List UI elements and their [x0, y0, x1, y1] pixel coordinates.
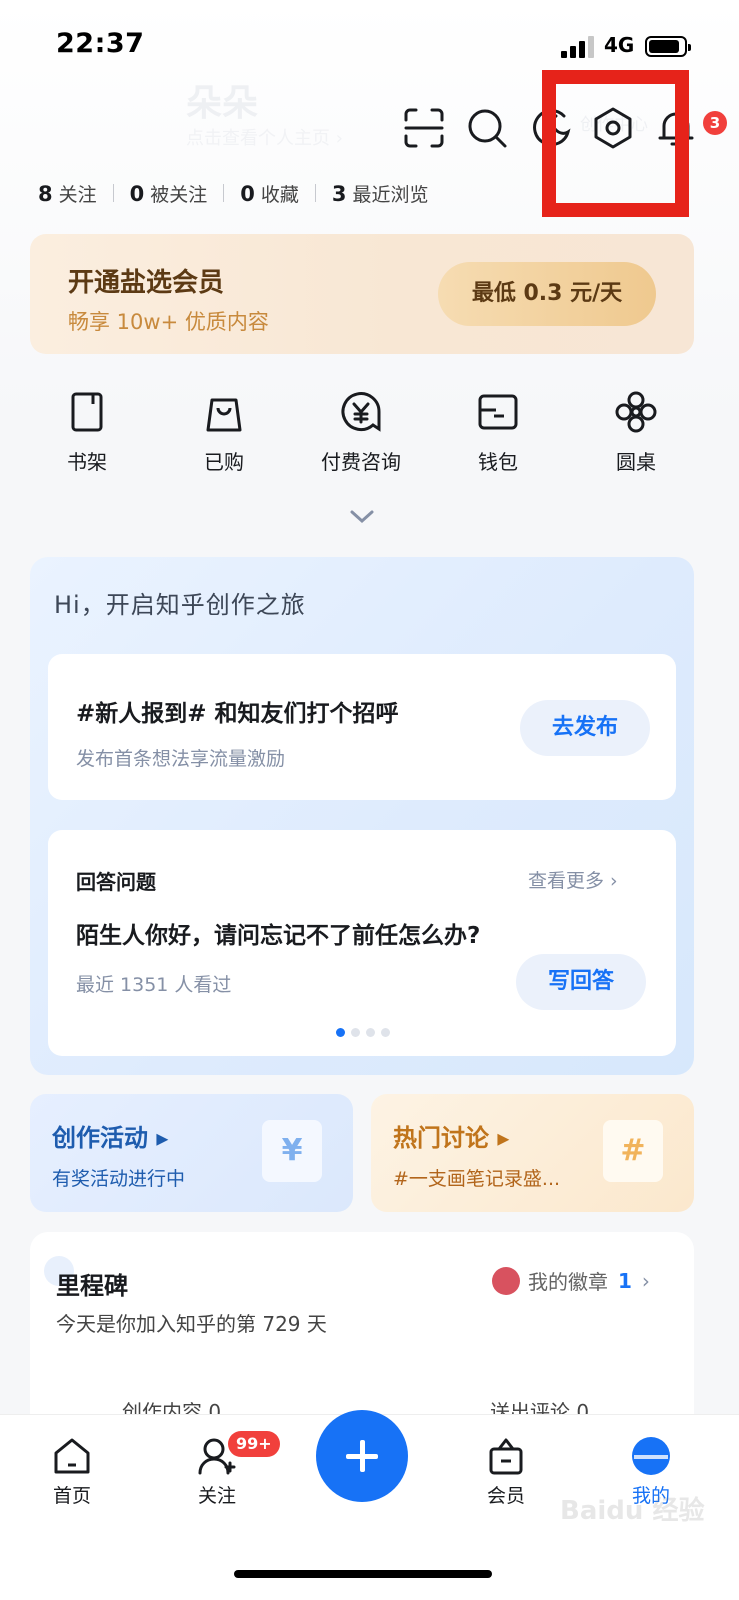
carousel-dot-active — [336, 1028, 345, 1037]
yuan-icon: ¥ — [262, 1120, 322, 1182]
shortcut-paid-consult[interactable]: 付费咨询 — [301, 390, 421, 475]
follow-badge: 99+ — [228, 1431, 280, 1457]
wallet-icon — [476, 390, 520, 434]
chevron-down-icon[interactable] — [347, 505, 377, 527]
notification-badge: 3 — [703, 111, 727, 135]
signal-icon — [561, 36, 594, 58]
watermark-logo: Baidu 经验 — [560, 1496, 705, 1526]
creation-activity-tile[interactable]: 创作活动 ▸ 有奖活动进行中 ¥ — [30, 1094, 353, 1212]
publish-button[interactable]: 去发布 — [520, 700, 650, 756]
profile-link[interactable]: 点击查看个人主页 › — [186, 124, 343, 150]
shortcut-bookshelf[interactable]: 书架 — [27, 390, 147, 475]
create-plus-button[interactable] — [316, 1410, 408, 1502]
hashtag-icon: # — [603, 1120, 663, 1182]
tile-title: 热门讨论 ▸ — [393, 1124, 510, 1152]
bag-icon — [202, 390, 246, 434]
bookshelf-icon — [65, 390, 109, 434]
stat-recent[interactable]: 3 最近浏览 — [332, 180, 429, 207]
shortcut-roundtable[interactable]: 圆桌 — [576, 390, 696, 475]
creation-title: Hi，开启知乎创作之旅 — [54, 591, 306, 619]
stat-followers[interactable]: 0 被关注 — [130, 180, 208, 207]
home-indicator — [234, 1570, 492, 1578]
settings-highlight-box — [542, 70, 689, 217]
avatar-icon — [630, 1435, 672, 1477]
vip-banner[interactable]: 开通盐选会员 畅享 10w+ 优质内容 最低 0.3 元/天 — [30, 234, 694, 354]
carousel-dot — [351, 1028, 360, 1037]
write-answer-button[interactable]: 写回答 — [516, 954, 646, 1010]
search-icon[interactable] — [465, 106, 509, 150]
status-time: 22:37 — [56, 28, 145, 59]
vip-title: 开通盐选会员 — [68, 268, 225, 298]
newcomer-card[interactable]: #新人报到# 和知友们打个招呼 发布首条想法享流量激励 去发布 — [48, 654, 676, 800]
milestone-subtitle: 今天是你加入知乎的第 729 天 — [56, 1312, 327, 1336]
stats-row: 8 关注 0 被关注 0 收藏 3 最近浏览 — [38, 178, 429, 208]
divider — [314, 184, 316, 202]
my-badges-link[interactable]: 我的徽章 1 › — [492, 1266, 650, 1295]
question-title[interactable]: 陌生人你好，请问忘记不了前任怎么办? — [76, 916, 480, 950]
home-icon — [51, 1435, 93, 1477]
carousel-dot — [366, 1028, 375, 1037]
vip-subtitle: 畅享 10w+ 优质内容 — [68, 310, 269, 334]
tile-subtitle: 有奖活动进行中 — [52, 1168, 186, 1190]
stat-favorites[interactable]: 0 收藏 — [240, 180, 299, 207]
chevron-right-icon: › — [641, 1268, 650, 1293]
tile-title: 创作活动 ▸ — [52, 1124, 169, 1152]
roundtable-icon — [614, 390, 658, 434]
scan-icon[interactable] — [402, 106, 446, 150]
network-type: 4G — [604, 33, 635, 57]
vip-icon — [485, 1435, 527, 1477]
newcomer-subtitle: 发布首条想法享流量激励 — [76, 748, 286, 770]
creation-card: Hi，开启知乎创作之旅 #新人报到# 和知友们打个招呼 发布首条想法享流量激励 … — [30, 557, 694, 1075]
divider — [112, 184, 114, 202]
nav-vip[interactable]: 会员 — [456, 1435, 556, 1508]
shortcut-wallet[interactable]: 钱包 — [438, 390, 558, 475]
see-more-link[interactable]: 查看更多 › — [528, 866, 618, 893]
question-views: 最近 1351 人看过 — [76, 974, 232, 996]
newcomer-title: #新人报到# 和知友们打个招呼 — [76, 701, 399, 727]
paid-consult-icon — [339, 390, 383, 434]
answer-question-card[interactable]: 回答问题 查看更多 › 陌生人你好，请问忘记不了前任怎么办? 最近 1351 人… — [48, 830, 676, 1056]
stat-following[interactable]: 8 关注 — [38, 180, 97, 207]
divider — [223, 184, 225, 202]
carousel-dots — [336, 1028, 390, 1037]
shortcut-purchased[interactable]: 已购 — [164, 390, 284, 475]
vip-price-button[interactable]: 最低 0.3 元/天 — [438, 262, 656, 326]
nav-home[interactable]: 首页 — [22, 1435, 122, 1508]
profile-name[interactable]: 朵朵 — [186, 74, 258, 126]
carousel-dot — [381, 1028, 390, 1037]
battery-icon — [645, 36, 691, 57]
answer-heading: 回答问题 — [76, 870, 156, 894]
tile-subtitle: #一支画笔记录盛... — [393, 1168, 561, 1190]
medal-icon — [492, 1266, 520, 1295]
hot-discussion-tile[interactable]: 热门讨论 ▸ #一支画笔记录盛... # — [371, 1094, 694, 1212]
milestone-title: 里程碑 — [56, 1272, 128, 1300]
